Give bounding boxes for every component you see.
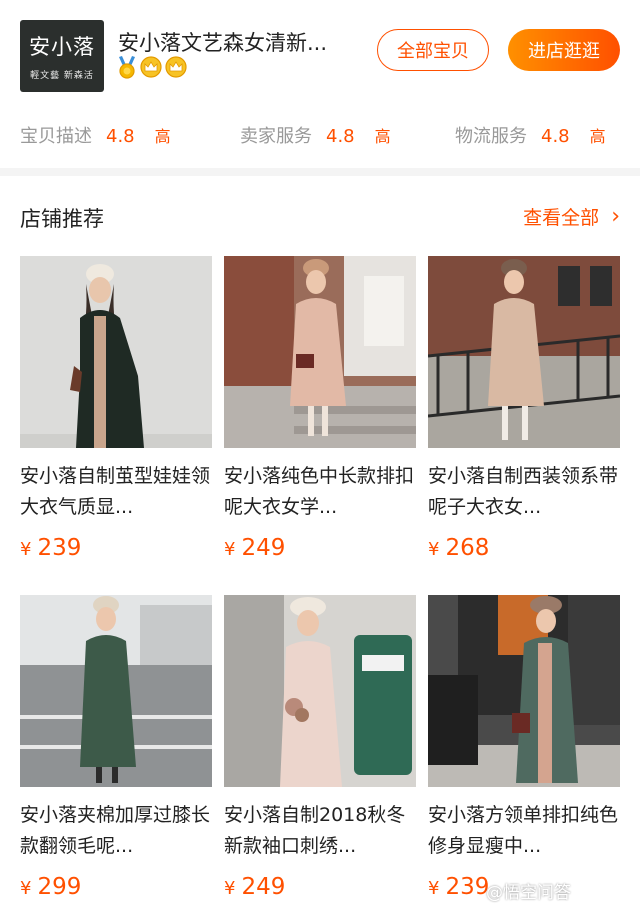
- currency-symbol: ¥: [20, 878, 32, 899]
- product-name[interactable]: 安小落自制2018秋冬新款袖口刺绣...: [224, 800, 416, 862]
- price-value: 299: [37, 874, 82, 900]
- product-name[interactable]: 安小落自制西装领系带呢子大衣女...: [428, 461, 620, 523]
- chevron-right-icon: ›: [611, 203, 620, 229]
- price-value: 249: [241, 874, 286, 900]
- rating-label: 卖家服务: [240, 126, 312, 147]
- rating-description: 宝贝描述 4.8 高: [20, 122, 171, 148]
- currency-symbol: ¥: [20, 539, 32, 560]
- price-value: 268: [445, 535, 490, 561]
- product-image[interactable]: [20, 256, 212, 448]
- section-divider: [0, 168, 640, 176]
- rating-value: 4.8: [326, 126, 355, 147]
- product-name[interactable]: 安小落夹棉加厚过膝长款翻领毛呢...: [20, 800, 212, 862]
- product-image[interactable]: [224, 595, 416, 787]
- shop-name[interactable]: 安小落文艺森女清新...: [118, 27, 358, 57]
- product-price: ¥249: [224, 535, 285, 561]
- section-title: 店铺推荐: [20, 207, 104, 231]
- product-image[interactable]: [428, 256, 620, 448]
- shop-logo[interactable]: 安小落 輕文藝 新森活: [20, 20, 104, 92]
- price-value: 239: [37, 535, 82, 561]
- product-price: ¥239: [20, 535, 81, 561]
- gold-medal-icon: [116, 55, 138, 83]
- crown-icon: [139, 56, 163, 82]
- watermark: @悟空问答: [486, 883, 571, 903]
- rating-label: 宝贝描述: [20, 126, 92, 147]
- shop-logo-subtext: 輕文藝 新森活: [30, 71, 94, 81]
- enter-shop-button[interactable]: 进店逛逛: [508, 29, 620, 71]
- product-card[interactable]: 安小落自制2018秋冬新款袖口刺绣... ¥249: [224, 595, 416, 900]
- product-image[interactable]: [20, 595, 212, 787]
- product-name[interactable]: 安小落方领单排扣纯色修身显瘦中...: [428, 800, 620, 862]
- currency-symbol: ¥: [224, 539, 236, 560]
- currency-symbol: ¥: [224, 878, 236, 899]
- product-name[interactable]: 安小落纯色中长款排扣呢大衣女学...: [224, 461, 416, 523]
- product-price: ¥249: [224, 874, 285, 900]
- product-image[interactable]: [428, 595, 620, 787]
- product-card[interactable]: 安小落方领单排扣纯色修身显瘦中... ¥239: [428, 595, 620, 900]
- price-value: 239: [445, 874, 490, 900]
- shop-ratings: 宝贝描述 4.8 高 卖家服务 4.8 高 物流服务 4.8 高: [0, 112, 640, 158]
- rating-level: 高: [589, 127, 606, 146]
- price-value: 249: [241, 535, 286, 561]
- shop-logo-text: 安小落: [29, 35, 95, 59]
- product-price: ¥268: [428, 535, 489, 561]
- product-card[interactable]: 安小落纯色中长款排扣呢大衣女学... ¥249: [224, 256, 416, 561]
- currency-symbol: ¥: [428, 878, 440, 899]
- see-all-label: 查看全部: [523, 207, 600, 229]
- product-card[interactable]: 安小落自制西装领系带呢子大衣女... ¥268: [428, 256, 620, 561]
- all-items-button[interactable]: 全部宝贝: [377, 29, 489, 71]
- shop-badges: [116, 55, 188, 83]
- product-name[interactable]: 安小落自制茧型娃娃领大衣气质显...: [20, 461, 212, 523]
- product-image[interactable]: [224, 256, 416, 448]
- rating-level: 高: [374, 127, 391, 146]
- rating-value: 4.8: [541, 126, 570, 147]
- product-price: ¥299: [20, 874, 81, 900]
- rating-level: 高: [154, 127, 171, 146]
- shop-header: 安小落 輕文藝 新森活 安小落文艺森女清新... 全部宝贝 进店逛逛: [0, 0, 640, 110]
- rating-logistics: 物流服务 4.8 高: [455, 122, 606, 148]
- currency-symbol: ¥: [428, 539, 440, 560]
- crown-icon: [164, 56, 188, 82]
- rating-value: 4.8: [106, 126, 135, 147]
- see-all-link[interactable]: 查看全部 ›: [523, 203, 620, 230]
- rating-seller-service: 卖家服务 4.8 高: [240, 122, 391, 148]
- product-card[interactable]: 安小落自制茧型娃娃领大衣气质显... ¥239: [20, 256, 212, 561]
- product-card[interactable]: 安小落夹棉加厚过膝长款翻领毛呢... ¥299: [20, 595, 212, 900]
- rating-label: 物流服务: [455, 126, 527, 147]
- product-price: ¥239: [428, 874, 489, 900]
